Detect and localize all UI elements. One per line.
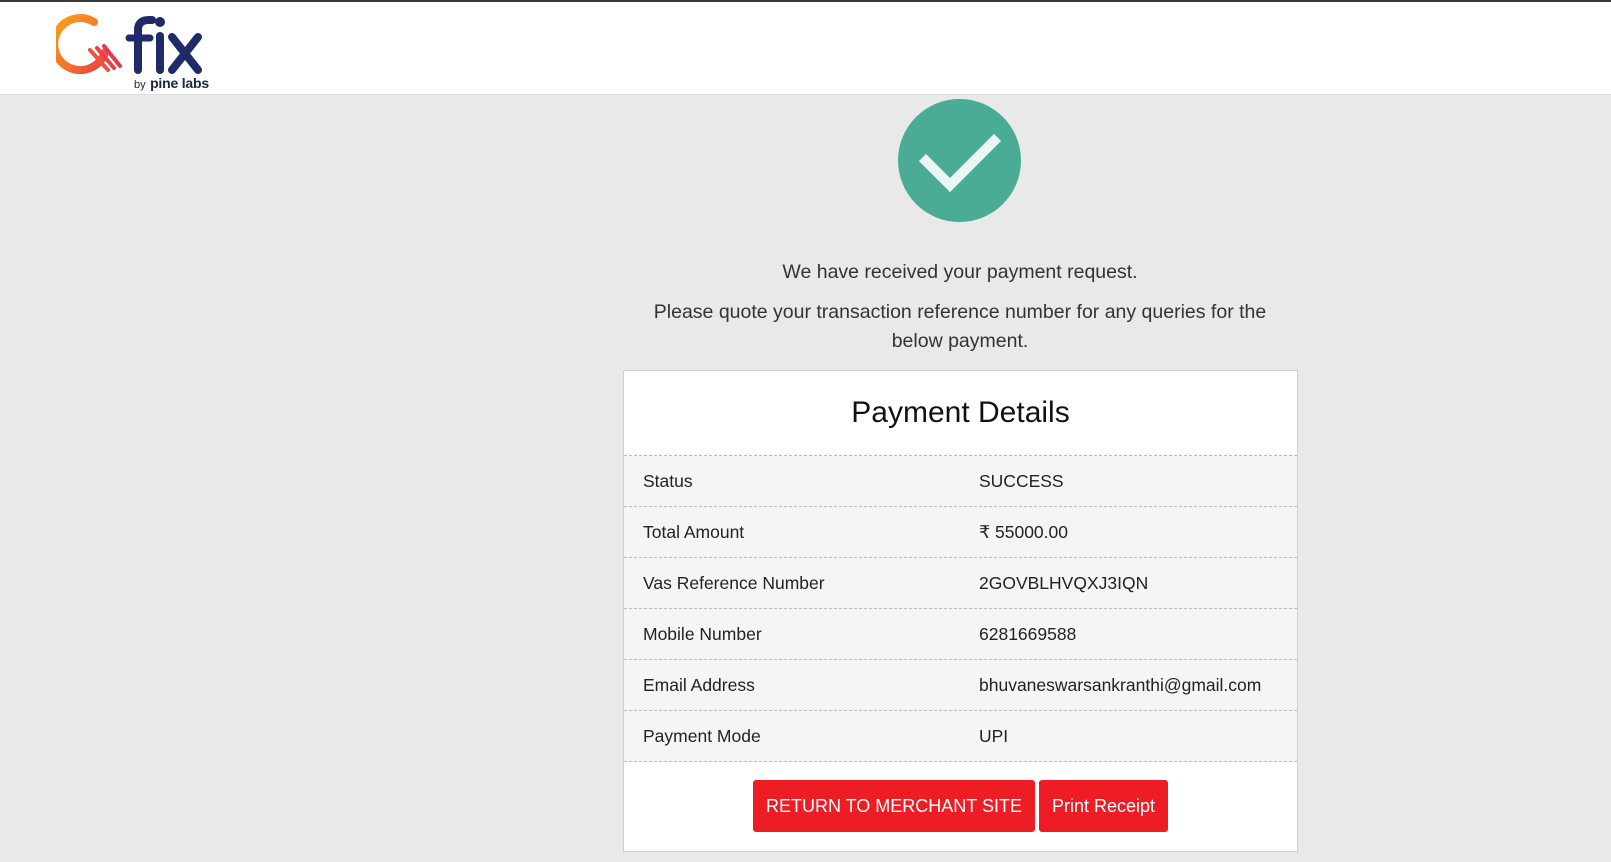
payment-details-card: Payment Details Status SUCCESS Total Amo… xyxy=(623,370,1298,852)
logo-byline: by pine labs xyxy=(134,75,209,93)
status-value: SUCCESS xyxy=(979,471,1064,491)
payment-mode-row: Payment Mode UPI xyxy=(624,711,1297,762)
qfix-logo-mark xyxy=(56,14,202,75)
action-buttons: RETURN TO MERCHANT SITE Print Receipt xyxy=(624,780,1297,832)
row-label: Email Address xyxy=(643,675,755,695)
email-address-row: Email Address bhuvaneswarsankranthi@gmai… xyxy=(624,660,1297,711)
payment-mode-value: UPI xyxy=(979,726,1009,746)
logo-company: pine labs xyxy=(150,75,209,91)
payment-details-title: Payment Details xyxy=(624,371,1297,456)
email-address-value: bhuvaneswarsankranthi@gmail.com xyxy=(979,675,1262,695)
return-to-merchant-button[interactable]: RETURN TO MERCHANT SITE xyxy=(752,780,1035,832)
logo-by: by xyxy=(134,79,146,91)
mobile-number-value: 6281669588 xyxy=(979,624,1077,644)
quote-message: Please quote your transaction reference … xyxy=(653,301,1267,352)
header-bar: by pine labs xyxy=(0,2,1611,95)
row-label: Mobile Number xyxy=(643,624,762,644)
reference-number-value: 2GOVBLHVQXJ3IQN xyxy=(979,573,1149,593)
total-amount-row: Total Amount ₹ 55000.00 xyxy=(624,507,1297,558)
check-circle-icon xyxy=(898,99,1021,222)
row-label: Total Amount xyxy=(643,522,745,542)
qfix-logo[interactable]: by pine labs xyxy=(56,6,216,96)
status-row: Status SUCCESS xyxy=(624,456,1297,507)
received-message: We have received your payment request. xyxy=(782,261,1138,283)
row-label: Vas Reference Number xyxy=(643,573,825,593)
row-label: Payment Mode xyxy=(643,726,761,746)
reference-number-row: Vas Reference Number 2GOVBLHVQXJ3IQN xyxy=(624,558,1297,609)
mobile-number-row: Mobile Number 6281669588 xyxy=(624,609,1297,660)
print-receipt-button[interactable]: Print Receipt xyxy=(1038,780,1169,832)
row-label: Status xyxy=(643,471,693,491)
total-amount-value: ₹ 55000.00 xyxy=(979,522,1068,542)
